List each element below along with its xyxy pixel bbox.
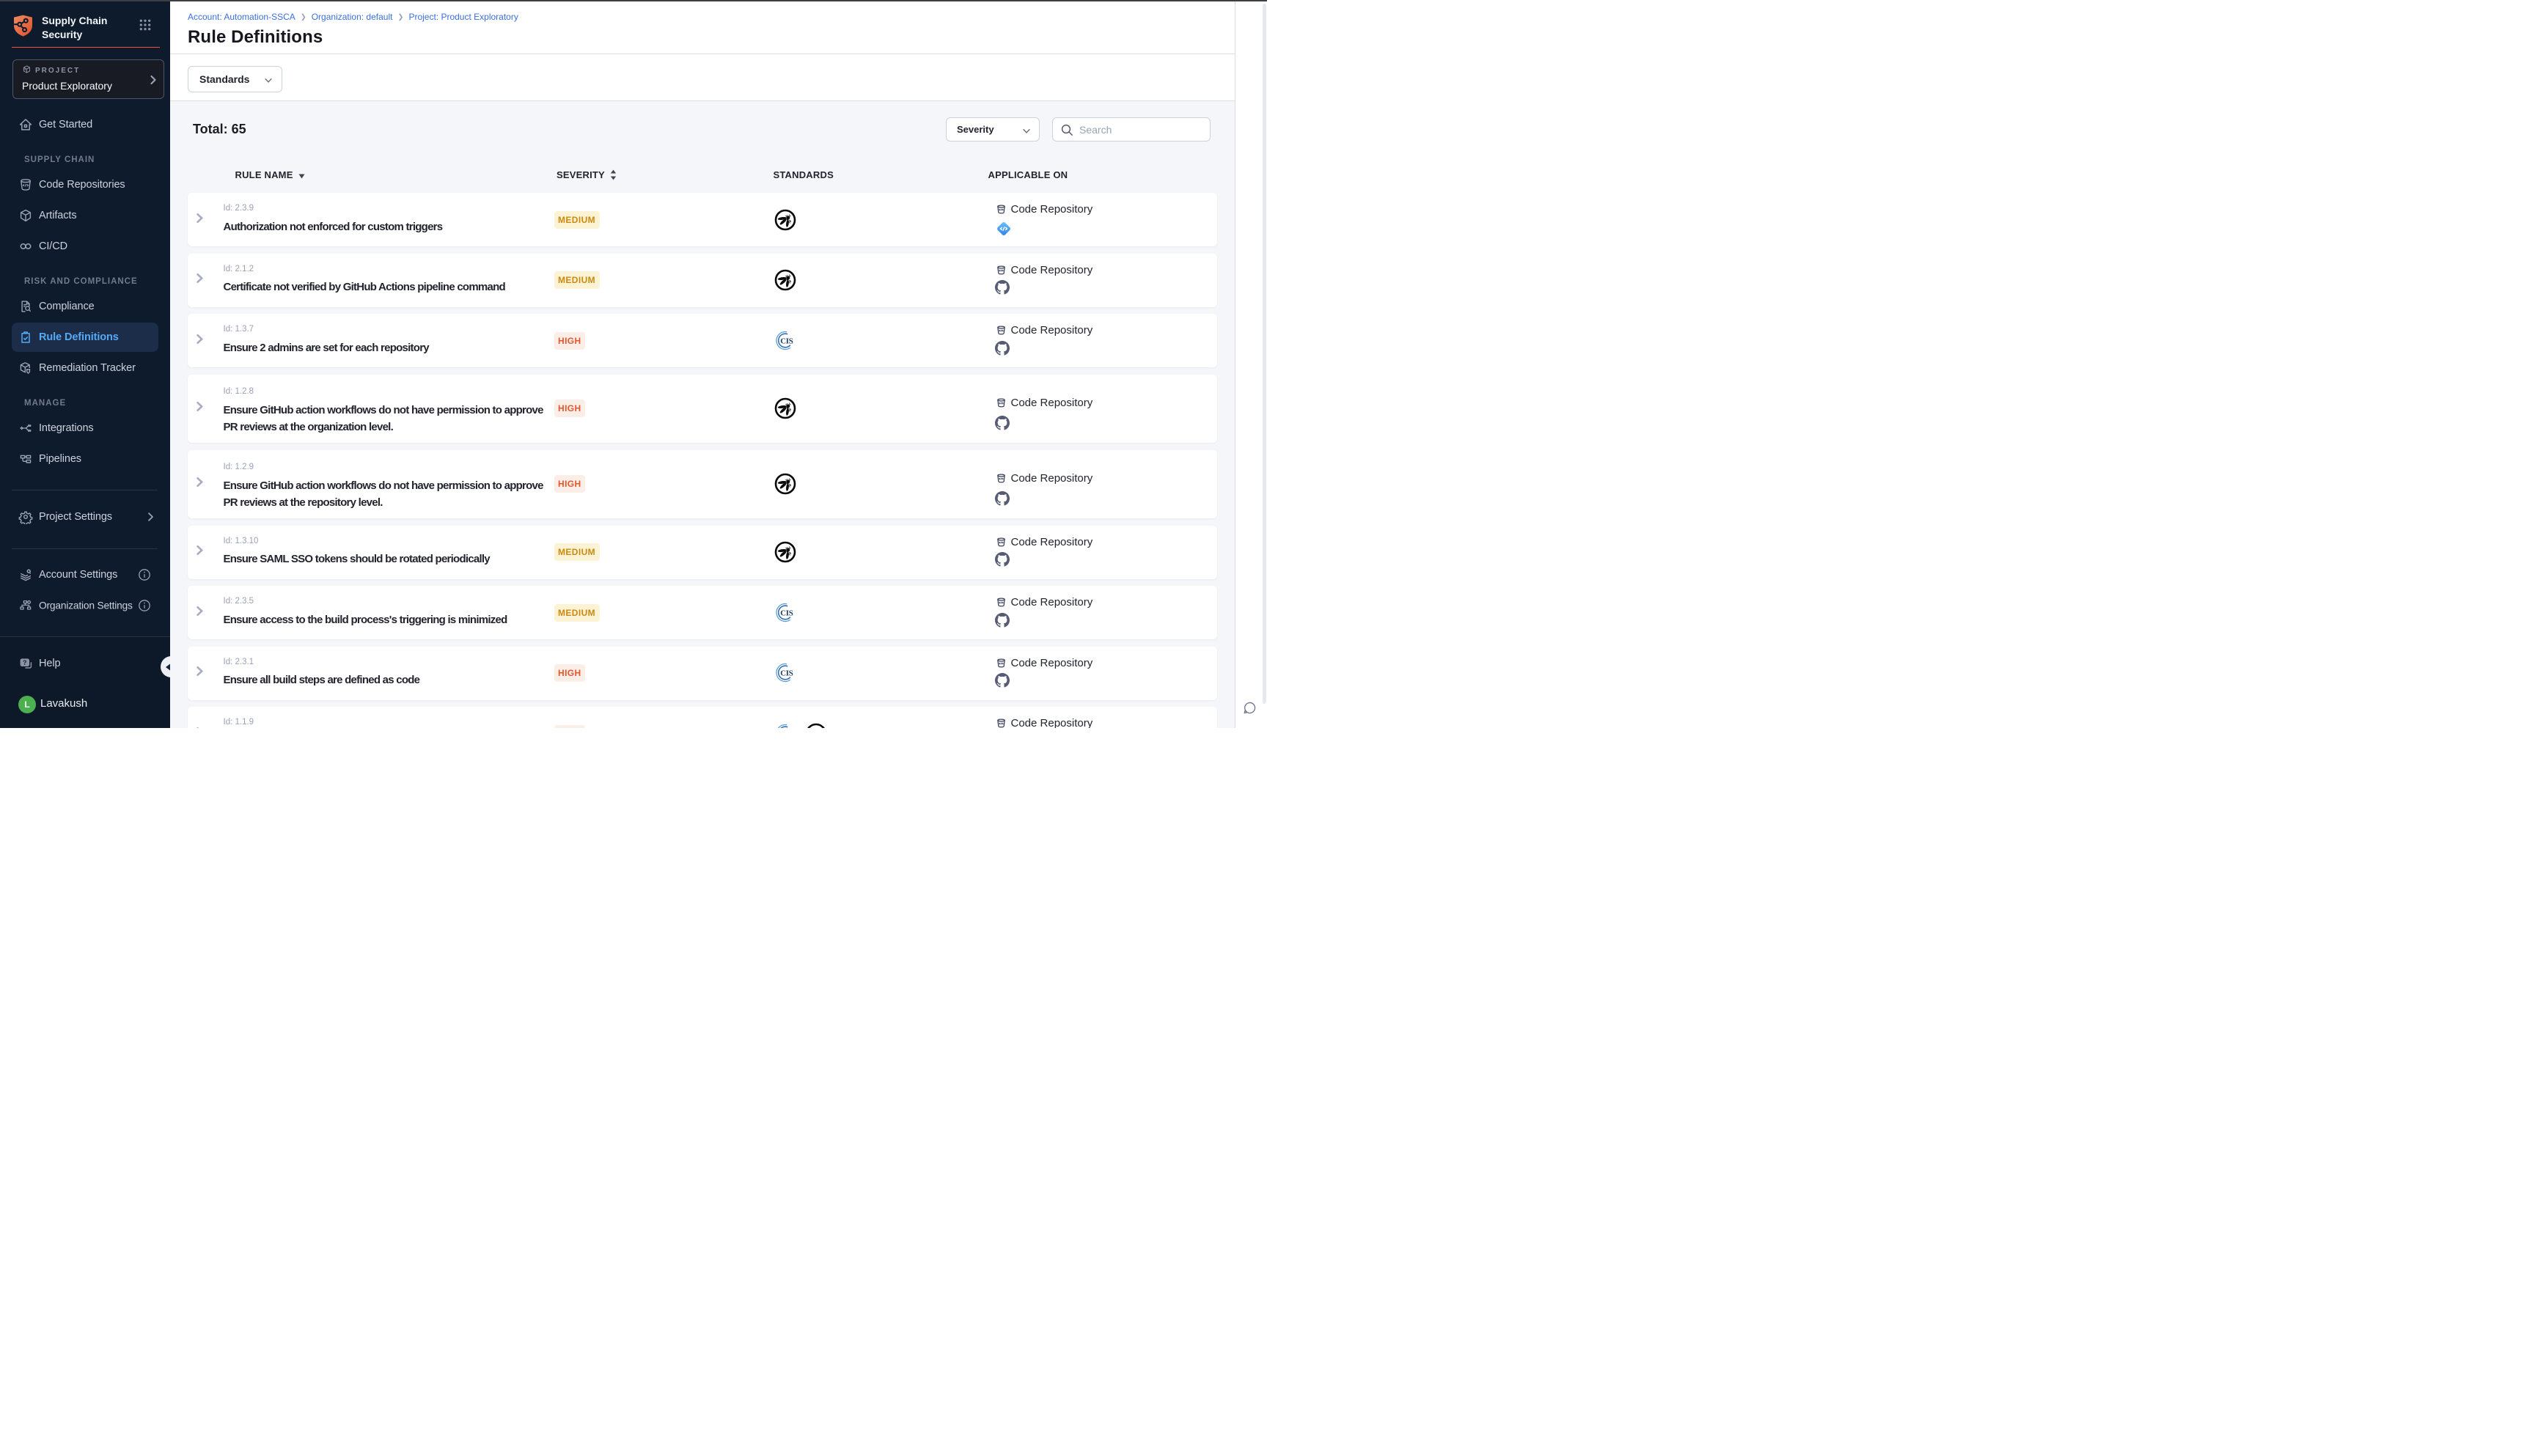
svg-text:CIS: CIS <box>780 669 793 678</box>
svg-text:CIS: CIS <box>780 337 793 345</box>
svg-text:CIS: CIS <box>780 608 793 617</box>
svg-text:?: ? <box>23 659 27 666</box>
